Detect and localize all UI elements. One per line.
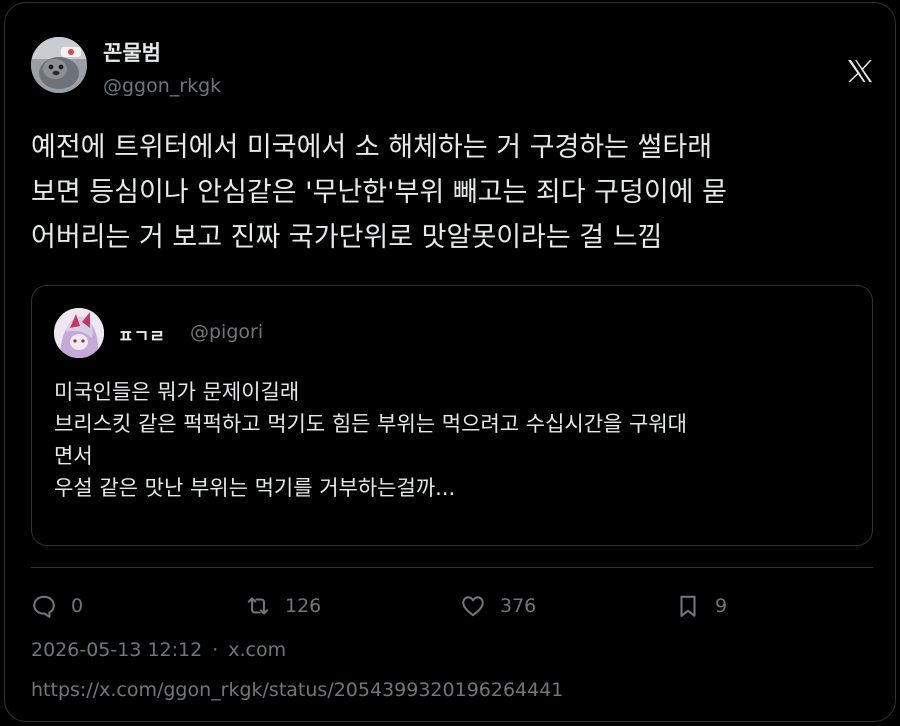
author-avatar[interactable] (31, 37, 87, 93)
source-domain[interactable]: x.com (228, 639, 286, 661)
reply-count: 0 (71, 595, 84, 617)
quoted-tweet[interactable]: ㅍㄱㄹ @pigori 미국인들은 뭐가 문제이길래 브리스킷 같은 퍽퍽하고 … (31, 285, 873, 546)
timestamp[interactable]: 2026-05-13 12:12 (31, 639, 202, 661)
author-handle[interactable]: @ggon_rkgk (103, 75, 221, 97)
retweet-count: 126 (285, 595, 322, 617)
reply-icon (33, 595, 55, 618)
quoted-text-line: 브리스킷 같은 퍽퍽하고 먹기도 힘든 부위는 먹으려고 수십시간을 구워대 (54, 412, 687, 436)
tweet-url[interactable]: https://x.com/ggon_rkgk/status/205439932… (31, 679, 563, 701)
like-button[interactable]: 376 (460, 591, 536, 621)
meta-separator: · (212, 639, 219, 661)
tweet-text-line: 예전에 트위터에서 미국에서 소 해체하는 거 구경하는 썰타래 (31, 132, 713, 163)
divider (31, 567, 873, 568)
author-display-name[interactable]: 꼰물범 (103, 37, 161, 67)
bookmark-button[interactable]: 9 (675, 591, 727, 621)
tweet-text: 예전에 트위터에서 미국에서 소 해체하는 거 구경하는 썰타래 보면 등심이나… (31, 125, 877, 260)
tweet-card: 꼰물범 @ggon_rkgk 예전에 트위터에서 미국에서 소 해체하는 거 구… (4, 2, 896, 722)
quoted-tweet-text: 미국인들은 뭐가 문제이길래 브리스킷 같은 퍽퍽하고 먹기도 힘든 부위는 먹… (54, 376, 854, 504)
quoted-text-line: 우설 같은 맛난 부위는 먹기를 거부하는걸까... (54, 476, 456, 500)
quoted-author-name[interactable]: ㅍㄱㄹ (118, 322, 165, 347)
retweet-button[interactable]: 126 (245, 591, 321, 621)
quoted-author-avatar[interactable] (54, 308, 104, 358)
retweet-icon (247, 597, 269, 615)
reply-button[interactable]: 0 (31, 591, 83, 621)
tweet-meta: 2026-05-13 12:12 · x.com (31, 639, 286, 661)
quoted-text-line: 미국인들은 뭐가 문제이길래 (54, 380, 300, 404)
seal-avatar-image (31, 37, 87, 93)
tweet-text-line: 보면 등심이나 안심같은 '무난한'부위 빼고는 죄다 구덩이에 묻 (31, 177, 727, 208)
bookmark-count: 9 (715, 595, 728, 617)
like-count: 376 (500, 595, 537, 617)
quoted-text-line: 면서 (54, 444, 93, 468)
x-logo-icon[interactable] (847, 59, 873, 83)
tweet-text-line: 어버리는 거 보고 진짜 국가단위로 맛알못이라는 걸 느낌 (31, 222, 663, 253)
quoted-author-handle[interactable]: @pigori (190, 321, 263, 343)
bookmark-icon (680, 595, 696, 617)
heart-icon (462, 596, 484, 617)
anime-avatar-image (54, 308, 104, 358)
